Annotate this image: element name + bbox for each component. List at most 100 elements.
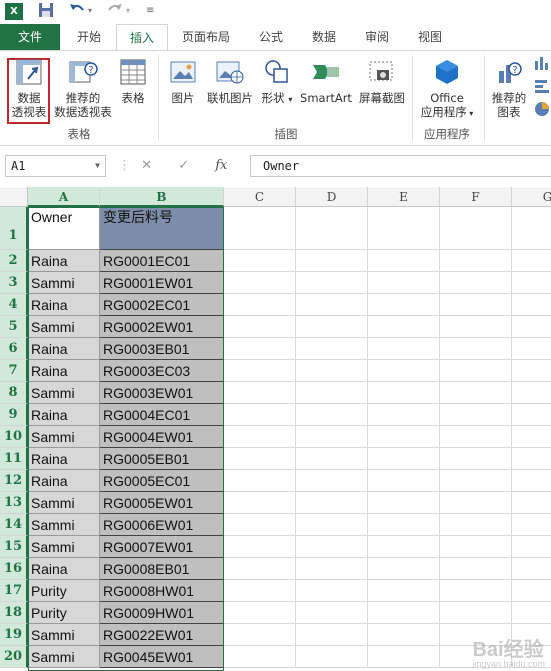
redo-dropdown-icon[interactable]: ▾	[126, 2, 130, 20]
select-all-corner[interactable]	[0, 187, 28, 207]
empty-cell[interactable]	[296, 492, 368, 514]
empty-cell[interactable]	[224, 338, 296, 360]
empty-cell[interactable]	[440, 207, 512, 250]
empty-cell[interactable]	[368, 207, 440, 250]
empty-cell[interactable]	[512, 514, 551, 536]
empty-cell[interactable]	[440, 492, 512, 514]
undo-icon[interactable]	[68, 2, 86, 20]
empty-cell[interactable]	[512, 404, 551, 426]
empty-cell[interactable]	[440, 294, 512, 316]
empty-cell[interactable]	[296, 250, 368, 272]
empty-cell[interactable]	[296, 536, 368, 558]
cell-owner[interactable]: Raina	[28, 558, 100, 580]
empty-cell[interactable]	[296, 294, 368, 316]
redo-icon[interactable]	[106, 2, 124, 20]
empty-cell[interactable]	[512, 536, 551, 558]
empty-cell[interactable]	[224, 448, 296, 470]
row-header[interactable]: 1	[0, 207, 28, 250]
empty-cell[interactable]	[296, 207, 368, 250]
cell-part-number[interactable]: RG0005EB01	[100, 448, 224, 470]
empty-cell[interactable]	[440, 272, 512, 294]
empty-cell[interactable]	[368, 404, 440, 426]
name-box-dropdown-icon[interactable]: ▼	[95, 156, 100, 176]
empty-cell[interactable]	[296, 404, 368, 426]
empty-cell[interactable]	[296, 360, 368, 382]
cell-part-number[interactable]: RG0002EC01	[100, 294, 224, 316]
empty-cell[interactable]	[368, 602, 440, 624]
empty-cell[interactable]	[296, 316, 368, 338]
pivot-table-button[interactable]: 数据 透视表	[8, 59, 50, 119]
cell-owner[interactable]: Raina	[28, 250, 100, 272]
picture-button[interactable]: 图片	[166, 59, 200, 105]
screenshot-button[interactable]: 屏幕截图	[354, 59, 410, 105]
row-header[interactable]: 10	[0, 426, 28, 448]
cell-owner[interactable]: Sammi	[28, 492, 100, 514]
empty-cell[interactable]	[368, 448, 440, 470]
office-apps-button[interactable]: Office 应用程序 ▾	[416, 59, 478, 121]
undo-dropdown-icon[interactable]: ▾	[88, 2, 92, 20]
empty-cell[interactable]	[296, 470, 368, 492]
empty-cell[interactable]	[224, 250, 296, 272]
empty-cell[interactable]	[224, 602, 296, 624]
empty-cell[interactable]	[368, 514, 440, 536]
table-button[interactable]: 表格	[114, 59, 152, 105]
empty-cell[interactable]	[512, 492, 551, 514]
empty-cell[interactable]	[440, 426, 512, 448]
empty-cell[interactable]	[368, 316, 440, 338]
empty-cell[interactable]	[296, 382, 368, 404]
empty-cell[interactable]	[440, 360, 512, 382]
row-header[interactable]: 7	[0, 360, 28, 382]
empty-cell[interactable]	[224, 272, 296, 294]
cell-owner[interactable]: Purity	[28, 580, 100, 602]
empty-cell[interactable]	[224, 646, 296, 668]
empty-cell[interactable]	[368, 338, 440, 360]
empty-cell[interactable]	[296, 272, 368, 294]
empty-cell[interactable]	[512, 426, 551, 448]
cell-part-number[interactable]: RG0001EC01	[100, 250, 224, 272]
row-header[interactable]: 17	[0, 580, 28, 602]
empty-cell[interactable]	[224, 470, 296, 492]
empty-cell[interactable]	[512, 316, 551, 338]
cell-part-number[interactable]: RG0004EW01	[100, 426, 224, 448]
row-header[interactable]: 8	[0, 382, 28, 404]
cell-part-number[interactable]: RG0001EW01	[100, 272, 224, 294]
cell-part-number[interactable]: RG0003EW01	[100, 382, 224, 404]
empty-cell[interactable]	[368, 558, 440, 580]
shapes-button[interactable]: 形状 ▾	[258, 59, 296, 107]
empty-cell[interactable]	[512, 338, 551, 360]
empty-cell[interactable]	[224, 426, 296, 448]
cell-part-number[interactable]: RG0008EB01	[100, 558, 224, 580]
cell-part-number[interactable]: RG0002EW01	[100, 316, 224, 338]
empty-cell[interactable]	[512, 294, 551, 316]
row-header[interactable]: 20	[0, 646, 28, 668]
row-header[interactable]: 9	[0, 404, 28, 426]
cell-part-number[interactable]: RG0005EW01	[100, 492, 224, 514]
empty-cell[interactable]	[224, 316, 296, 338]
name-box[interactable]: A1 ▼	[5, 155, 106, 177]
row-header[interactable]: 6	[0, 338, 28, 360]
row-header[interactable]: 14	[0, 514, 28, 536]
empty-cell[interactable]	[296, 558, 368, 580]
row-header[interactable]: 15	[0, 536, 28, 558]
cell-owner[interactable]: Sammi	[28, 426, 100, 448]
empty-cell[interactable]	[440, 250, 512, 272]
worksheet-grid[interactable]: ABCDEFG 1 Owner 变更后料号 2 Raina RG0001EC01 3 Samm…	[0, 187, 551, 671]
empty-cell[interactable]	[368, 536, 440, 558]
empty-cell[interactable]	[512, 448, 551, 470]
empty-cell[interactable]	[368, 624, 440, 646]
header-cell-part-number[interactable]: 变更后料号	[100, 207, 224, 250]
empty-cell[interactable]	[296, 338, 368, 360]
cell-owner[interactable]: Sammi	[28, 624, 100, 646]
row-header[interactable]: 2	[0, 250, 28, 272]
column-header-g[interactable]: G	[512, 187, 551, 207]
empty-cell[interactable]	[224, 404, 296, 426]
formula-input[interactable]: Owner	[250, 155, 551, 177]
cell-owner[interactable]: Raina	[28, 360, 100, 382]
empty-cell[interactable]	[368, 426, 440, 448]
empty-cell[interactable]	[368, 360, 440, 382]
column-header-b[interactable]: B	[100, 187, 224, 207]
column-header-d[interactable]: D	[296, 187, 368, 207]
empty-cell[interactable]	[368, 272, 440, 294]
empty-cell[interactable]	[440, 558, 512, 580]
cell-owner[interactable]: Raina	[28, 404, 100, 426]
